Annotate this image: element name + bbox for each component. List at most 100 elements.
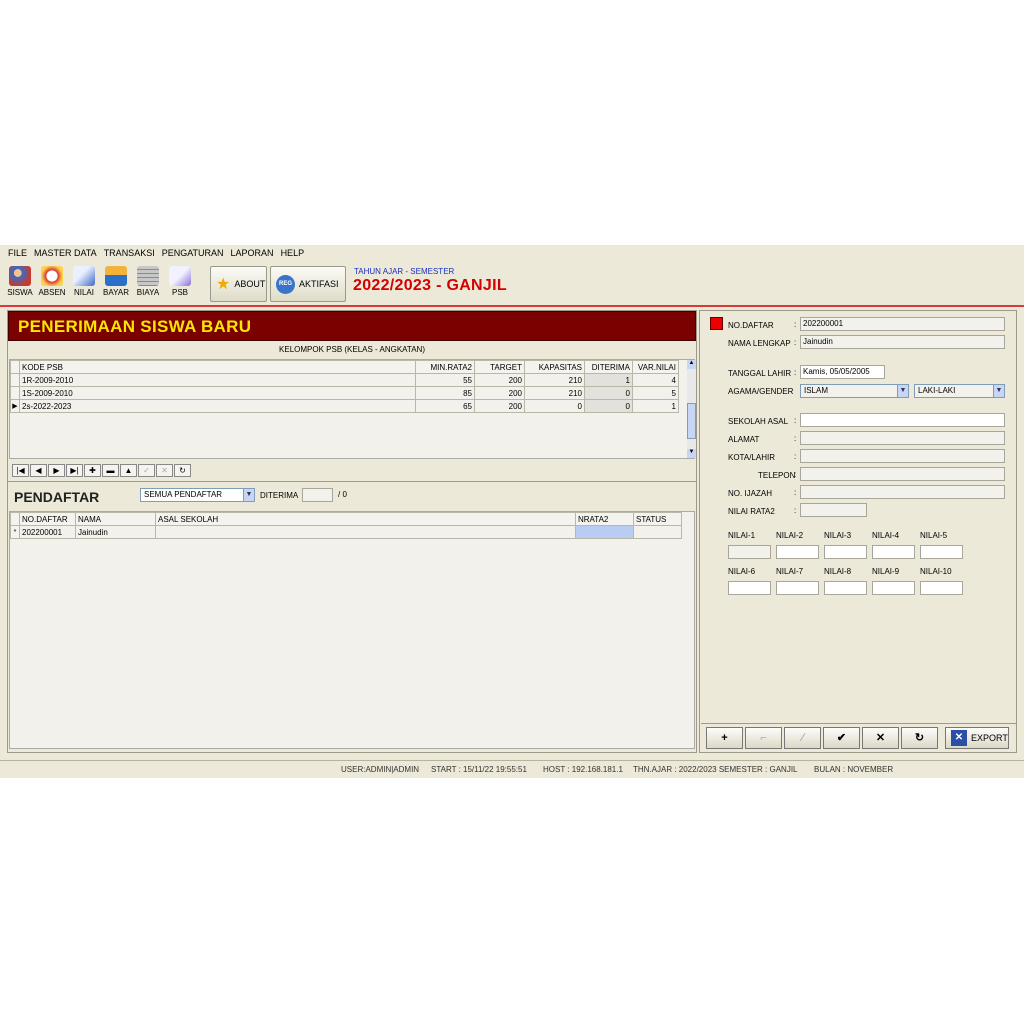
alamat-field[interactable] <box>800 431 1005 445</box>
nilai-8-field[interactable] <box>824 581 867 595</box>
first-record-icon[interactable]: |◀ <box>12 464 29 477</box>
cell-var-nilai[interactable]: 1 <box>632 399 679 413</box>
save-button[interactable]: ✔ <box>823 727 860 749</box>
pendaftar-grid[interactable]: NO.DAFTAR NAMA ASAL SEKOLAH NRATA2 STATU… <box>9 511 695 749</box>
cancel-button[interactable]: ✕ <box>862 727 899 749</box>
delete-record-icon[interactable]: ▬ <box>102 464 119 477</box>
nilai-button[interactable]: NILAI <box>69 265 99 303</box>
nilai-3-field[interactable] <box>824 545 867 559</box>
siswa-button[interactable]: SISWA <box>5 265 35 303</box>
col-var-nilai[interactable]: VAR.NILAI <box>632 360 679 374</box>
telepon-field[interactable] <box>800 467 1005 481</box>
col-diterima[interactable]: DITERIMA <box>584 360 633 374</box>
vertical-scrollbar[interactable]: ▲ ▼ <box>687 360 696 458</box>
col-kode-psb[interactable]: KODE PSB <box>19 360 416 374</box>
menu-laporan[interactable]: LAPORAN <box>231 248 274 258</box>
no-ijazah-field[interactable] <box>800 485 1005 499</box>
cell-nama[interactable]: Jainudin <box>75 525 156 539</box>
last-record-icon[interactable]: ▶| <box>66 464 83 477</box>
refresh-icon[interactable]: ↻ <box>174 464 191 477</box>
menu-help[interactable]: HELP <box>281 248 305 258</box>
col-no-daftar[interactable]: NO.DAFTAR <box>19 512 76 526</box>
cell-min-rata2[interactable]: 55 <box>415 373 475 387</box>
cell-target[interactable]: 200 <box>474 373 525 387</box>
chevron-down-icon[interactable]: ▼ <box>243 489 254 501</box>
cell-min-rata2[interactable]: 85 <box>415 386 475 400</box>
scroll-thumb[interactable] <box>687 403 696 439</box>
gender-select[interactable]: LAKI-LAKI ▼ <box>914 384 1005 398</box>
row-indicator-header <box>10 360 20 374</box>
cell-kode[interactable]: 1R-2009-2010 <box>19 373 416 387</box>
cell-target[interactable]: 200 <box>474 386 525 400</box>
col-nama[interactable]: NAMA <box>75 512 156 526</box>
cell-min-rata2[interactable]: 65 <box>415 399 475 413</box>
no-daftar-field: 202200001 <box>800 317 1005 331</box>
cell-no-daftar[interactable]: 202200001 <box>19 525 76 539</box>
tanggal-lahir-field[interactable]: Kamis, 05/05/2005 <box>800 365 885 379</box>
agama-select[interactable]: ISLAM ▼ <box>800 384 909 398</box>
add-button[interactable]: + <box>706 727 743 749</box>
absen-button[interactable]: ABSEN <box>37 265 67 303</box>
export-button[interactable]: ✕ EXPORT <box>945 727 1009 749</box>
col-min-rata2[interactable]: MIN.RATA2 <box>415 360 475 374</box>
col-kapasitas[interactable]: KAPASITAS <box>524 360 585 374</box>
status-host: HOST : 192.168.181.1 <box>543 765 623 774</box>
chevron-down-icon[interactable]: ▼ <box>897 385 908 397</box>
cell-var-nilai[interactable]: 4 <box>632 373 679 387</box>
menu-master-data[interactable]: MASTER DATA <box>34 248 97 258</box>
nama-field[interactable]: Jainudin <box>800 335 1005 349</box>
menu-transaksi[interactable]: TRANSAKSI <box>104 248 155 258</box>
cell-var-nilai[interactable]: 5 <box>632 386 679 400</box>
cell-kapasitas[interactable]: 210 <box>524 373 585 387</box>
edit-record-icon[interactable]: ▲ <box>120 464 137 477</box>
cell-kode[interactable]: 1S-2009-2010 <box>19 386 416 400</box>
cell-nrata2[interactable] <box>575 525 634 539</box>
menu-pengaturan[interactable]: PENGATURAN <box>162 248 224 258</box>
header-row: KODE PSB MIN.RATA2 TARGET KAPASITAS DITE… <box>10 360 679 374</box>
about-button[interactable]: ★ ABOUT <box>210 266 267 302</box>
insert-record-icon[interactable]: ✚ <box>84 464 101 477</box>
row-indicator <box>10 386 20 400</box>
aktifasi-button[interactable]: REG AKTIFASI <box>270 266 346 302</box>
table-row[interactable]: 1S-2009-2010 85 200 210 0 5 <box>10 386 679 400</box>
cell-kode[interactable]: 2s-2022-2023 <box>19 399 416 413</box>
cell-status[interactable] <box>633 525 682 539</box>
filter-select[interactable]: SEMUA PENDAFTAR ▼ <box>140 488 255 502</box>
col-asal-sekolah[interactable]: ASAL SEKOLAH <box>155 512 576 526</box>
status-bar: USER:ADMIN|ADMIN START : 15/11/22 19:55:… <box>0 760 1024 776</box>
nilai-1-field[interactable] <box>728 545 771 559</box>
prior-record-icon[interactable]: ◀ <box>30 464 47 477</box>
sekolah-asal-field[interactable] <box>800 413 1005 427</box>
cell-asal-sekolah[interactable] <box>155 525 576 539</box>
tanggal-lahir-label: TANGGAL LAHIR <box>728 369 792 378</box>
nilai-2-field[interactable] <box>776 545 819 559</box>
cell-kapasitas[interactable]: 0 <box>524 399 585 413</box>
scroll-down-icon[interactable]: ▼ <box>687 449 696 458</box>
nilai-5-field[interactable] <box>920 545 963 559</box>
chevron-down-icon[interactable]: ▼ <box>993 385 1004 397</box>
nilai-4-field[interactable] <box>872 545 915 559</box>
nilai-7-field[interactable] <box>776 581 819 595</box>
table-row[interactable]: 1R-2009-2010 55 200 210 1 4 <box>10 373 679 387</box>
nilai-9-field[interactable] <box>872 581 915 595</box>
col-nrata2[interactable]: NRATA2 <box>575 512 634 526</box>
col-target[interactable]: TARGET <box>474 360 525 374</box>
scroll-up-icon[interactable]: ▲ <box>687 360 696 369</box>
table-row[interactable]: * 202200001 Jainudin <box>10 525 682 539</box>
bayar-button[interactable]: BAYAR <box>101 265 131 303</box>
table-row-selected[interactable]: ▶ 2s-2022-2023 65 200 0 0 1 <box>10 399 679 413</box>
biaya-button[interactable]: BIAYA <box>133 265 163 303</box>
next-record-icon[interactable]: ▶ <box>48 464 65 477</box>
toolbar: SISWA ABSEN NILAI BAYAR BIAYA PSB ★ ABOUT… <box>0 263 1024 305</box>
cell-target[interactable]: 200 <box>474 399 525 413</box>
refresh-button[interactable]: ↻ <box>901 727 938 749</box>
menu-file[interactable]: FILE <box>8 248 27 258</box>
cell-diterima: 0 <box>584 386 633 400</box>
nilai-10-field[interactable] <box>920 581 963 595</box>
cell-kapasitas[interactable]: 210 <box>524 386 585 400</box>
kota-lahir-field[interactable] <box>800 449 1005 463</box>
col-status[interactable]: STATUS <box>633 512 682 526</box>
nilai-6-field[interactable] <box>728 581 771 595</box>
psb-button[interactable]: PSB <box>165 265 195 303</box>
psb-group-grid[interactable]: KODE PSB MIN.RATA2 TARGET KAPASITAS DITE… <box>9 359 696 459</box>
